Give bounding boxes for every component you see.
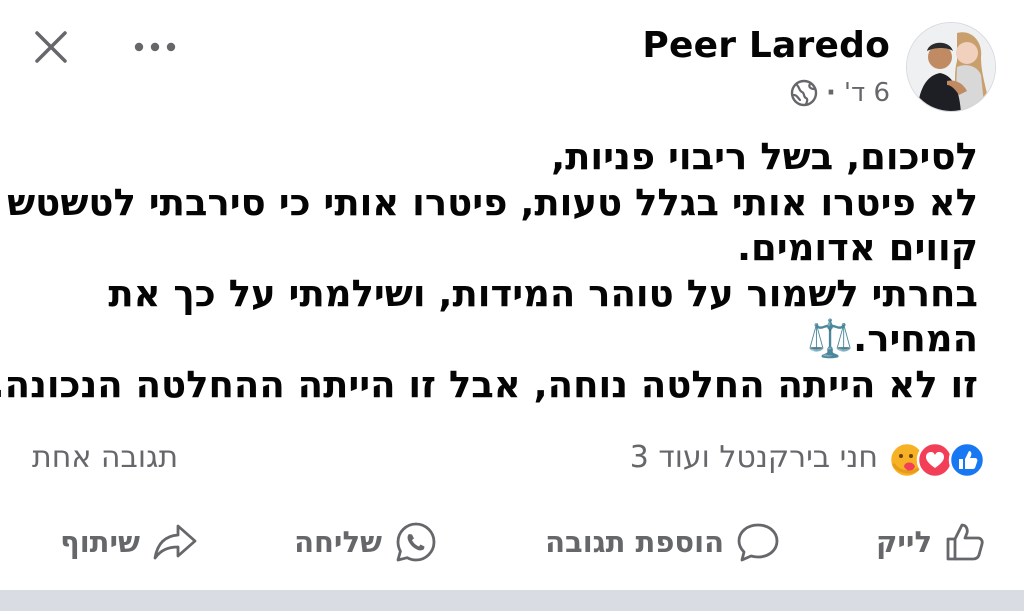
close-button[interactable] (30, 26, 72, 68)
profile-photo (907, 23, 995, 111)
avatar[interactable] (906, 22, 996, 112)
comment-button[interactable]: הוספת תגובה (545, 515, 780, 569)
send-button[interactable]: שליחה (294, 515, 438, 569)
post-line: בחרתי לשמור על טוהר המידות, ושילמתי על כ… (108, 271, 978, 315)
share-button[interactable]: שיתוף (60, 515, 198, 569)
share-icon (153, 524, 197, 560)
post-line: זו לא הייתה החלטה נוחה, אבל זו הייתה ההח… (0, 362, 978, 406)
post-line: המחיר.⚖️ (807, 317, 978, 360)
comments-count[interactable]: תגובה אחת (32, 440, 178, 475)
like-button[interactable]: לייק (876, 515, 986, 569)
meta-separator: · (825, 78, 836, 108)
post-line: קווים אדומים. (736, 226, 978, 269)
reactions-summary: חני בירקנטל ועוד 3 תגובה אחת (0, 436, 1024, 484)
post-line: לא פיטרו אותי בגלל טעות, פיטרו אותי כי ס… (7, 180, 978, 224)
like-reaction-icon (948, 441, 986, 479)
whatsapp-icon (396, 522, 436, 562)
action-bar: לייק הוספת תגובה שליחה שיתוף (0, 511, 1024, 573)
post-meta: 6 ד' · (790, 78, 890, 108)
comment-label: הוספת תגובה (545, 525, 724, 559)
more-options-button[interactable] (130, 26, 180, 68)
post-time[interactable]: 6 ד' (844, 78, 890, 108)
globe-icon[interactable] (790, 79, 818, 107)
send-label: שליחה (294, 525, 382, 559)
bottom-divider (0, 590, 1024, 611)
like-label: לייק (876, 525, 932, 559)
share-label: שיתוף (60, 525, 140, 559)
more-horizontal-icon (134, 42, 176, 52)
reactions-text[interactable]: חני בירקנטל ועוד 3 (630, 440, 878, 475)
post-line: לסיכום, בשל ריבוי פניות, (551, 135, 978, 178)
thumbs-up-icon (946, 523, 984, 561)
comment-icon (737, 523, 779, 562)
post-body: לסיכום, בשל ריבוי פניות, לא פיטרו אותי ב… (0, 134, 978, 407)
reaction-icons[interactable] (888, 441, 988, 479)
close-icon (35, 31, 67, 63)
love-reaction-icon (916, 441, 954, 479)
author-name[interactable]: Peer Laredo (642, 25, 890, 66)
post-header: Peer Laredo 6 ד' · (0, 0, 1024, 125)
